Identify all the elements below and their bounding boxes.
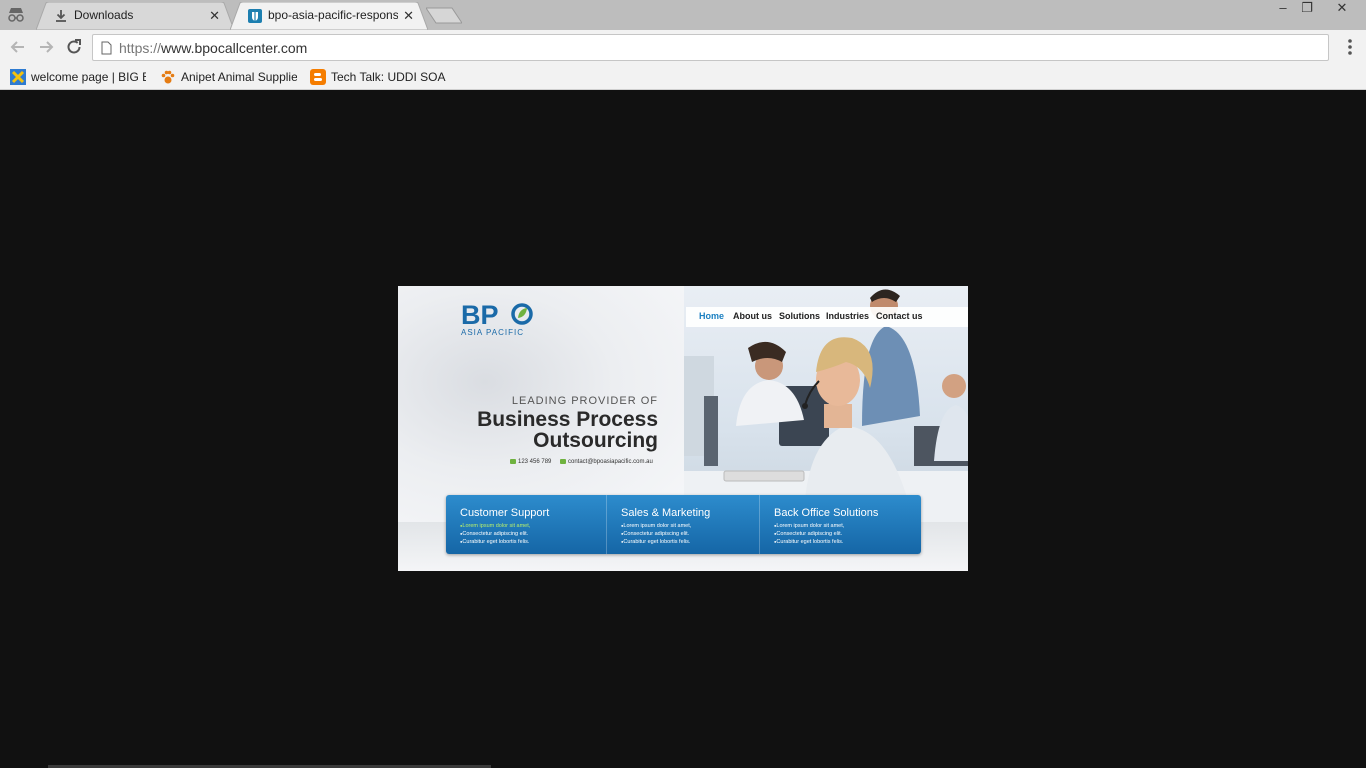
service-title: Customer Support (460, 507, 550, 519)
window-close-button[interactable]: ✕ (1320, 0, 1364, 18)
tab-close-button[interactable]: ✕ (209, 8, 220, 24)
email-text: contact@bpoasiapacific.com.au (568, 459, 653, 466)
menu-kebab-icon[interactable] (1344, 38, 1356, 56)
list-item: Curabitur eget lobortis felis. (774, 538, 844, 546)
nav-solutions-link[interactable]: Solutions (779, 311, 820, 321)
forward-arrow-icon[interactable] (36, 37, 56, 57)
url-text: https://www.bpocallcenter.com (119, 40, 307, 56)
tagline-kicker: LEADING PROVIDER OF (511, 395, 658, 407)
download-icon (56, 10, 66, 22)
service-back-office: Back Office Solutions Lorem ipsum dolor … (759, 495, 921, 554)
bookmarks-bar: welcome page | BIG B Anipet Animal Suppl… (0, 64, 1366, 90)
site-nav: Home About us Solutions Industries Conta… (686, 307, 968, 327)
nav-home-link[interactable]: Home (699, 311, 724, 321)
logo-leaf-o-icon (511, 303, 533, 325)
nav-industries-link[interactable]: Industries (826, 311, 869, 321)
bookmark-label: Tech Talk: UDDI SOA I (331, 70, 446, 84)
service-list: Lorem ipsum dolor sit amet, Consectetur … (621, 522, 691, 546)
service-title: Sales & Marketing (621, 507, 711, 519)
browser-toolbar: https://www.bpocallcenter.com (0, 30, 1366, 64)
list-item: Consectetur adipiscing elit. (621, 530, 691, 538)
blogger-icon (310, 69, 326, 85)
bookmark-label: Anipet Animal Supplie (181, 70, 297, 84)
incognito-icon (8, 8, 24, 22)
service-list: Lorem ipsum dolor sit amet, Consectetur … (774, 522, 844, 546)
list-item: Consectetur adipiscing elit. (460, 530, 530, 538)
tab-downloads[interactable]: Downloads ✕ (36, 2, 234, 30)
reload-icon[interactable] (64, 37, 84, 57)
address-bar[interactable]: https://www.bpocallcenter.com (92, 34, 1329, 61)
restore-button[interactable]: ❐ (1292, 0, 1322, 18)
service-customer-support: Customer Support Lorem ipsum dolor sit a… (446, 495, 606, 554)
paw-icon (161, 70, 175, 84)
contact-phone: 123 456 789 (510, 459, 551, 465)
mail-icon (560, 459, 566, 464)
list-item: Curabitur eget lobortis felis. (460, 538, 530, 546)
bookmark-welcome-page[interactable]: welcome page | BIG B (10, 67, 146, 87)
nav-about-link[interactable]: About us (733, 311, 772, 321)
website-screenshot-image: Home About us Solutions Industries Conta… (398, 286, 968, 571)
page-icon (101, 41, 112, 55)
logo-letters: BP (461, 300, 499, 330)
tab-title: Downloads (74, 8, 134, 22)
back-arrow-icon[interactable] (8, 37, 28, 57)
list-item: Consectetur adipiscing elit. (774, 530, 844, 538)
list-item: Lorem ipsum dolor sit amet, (460, 522, 530, 530)
service-title: Back Office Solutions (774, 507, 879, 519)
site-shield-icon (248, 9, 262, 23)
tab-close-button[interactable]: ✕ (403, 8, 414, 24)
bookmark-anipet[interactable]: Anipet Animal Supplie (160, 67, 297, 87)
logo-subtitle: ASIA PACIFIC (461, 328, 524, 337)
phone-text: 123 456 789 (518, 459, 552, 466)
services-panel: Customer Support Lorem ipsum dolor sit a… (446, 495, 921, 554)
tagline-line2: Outsourcing (533, 429, 658, 452)
tab-bpo-asia-pacific[interactable]: bpo-asia-pacific-respons ✕ (230, 2, 428, 30)
list-item: Curabitur eget lobortis felis. (621, 538, 691, 546)
tab-strip: Downloads ✕ bpo-asia-pacific-respons ✕ ‒… (0, 0, 1366, 30)
bookmark-label: welcome page | BIG B (31, 70, 146, 84)
list-item: Lorem ipsum dolor sit amet, (621, 522, 691, 530)
url-host: www.bpocallcenter.com (161, 40, 308, 56)
phone-icon (510, 459, 516, 464)
new-tab-button[interactable] (426, 7, 462, 24)
service-sales-marketing: Sales & Marketing Lorem ipsum dolor sit … (606, 495, 759, 554)
service-list: Lorem ipsum dolor sit amet, Consectetur … (460, 522, 530, 546)
url-scheme: https:// (119, 40, 162, 56)
list-item: Lorem ipsum dolor sit amet, (774, 522, 844, 530)
bookmark-tech-talk[interactable]: Tech Talk: UDDI SOA I (310, 67, 446, 87)
nav-contact-link[interactable]: Contact us (876, 311, 923, 321)
tab-title: bpo-asia-pacific-respons (268, 8, 398, 22)
contact-email: contact@bpoasiapacific.com.au (560, 459, 653, 465)
x-logo-icon (10, 69, 26, 85)
